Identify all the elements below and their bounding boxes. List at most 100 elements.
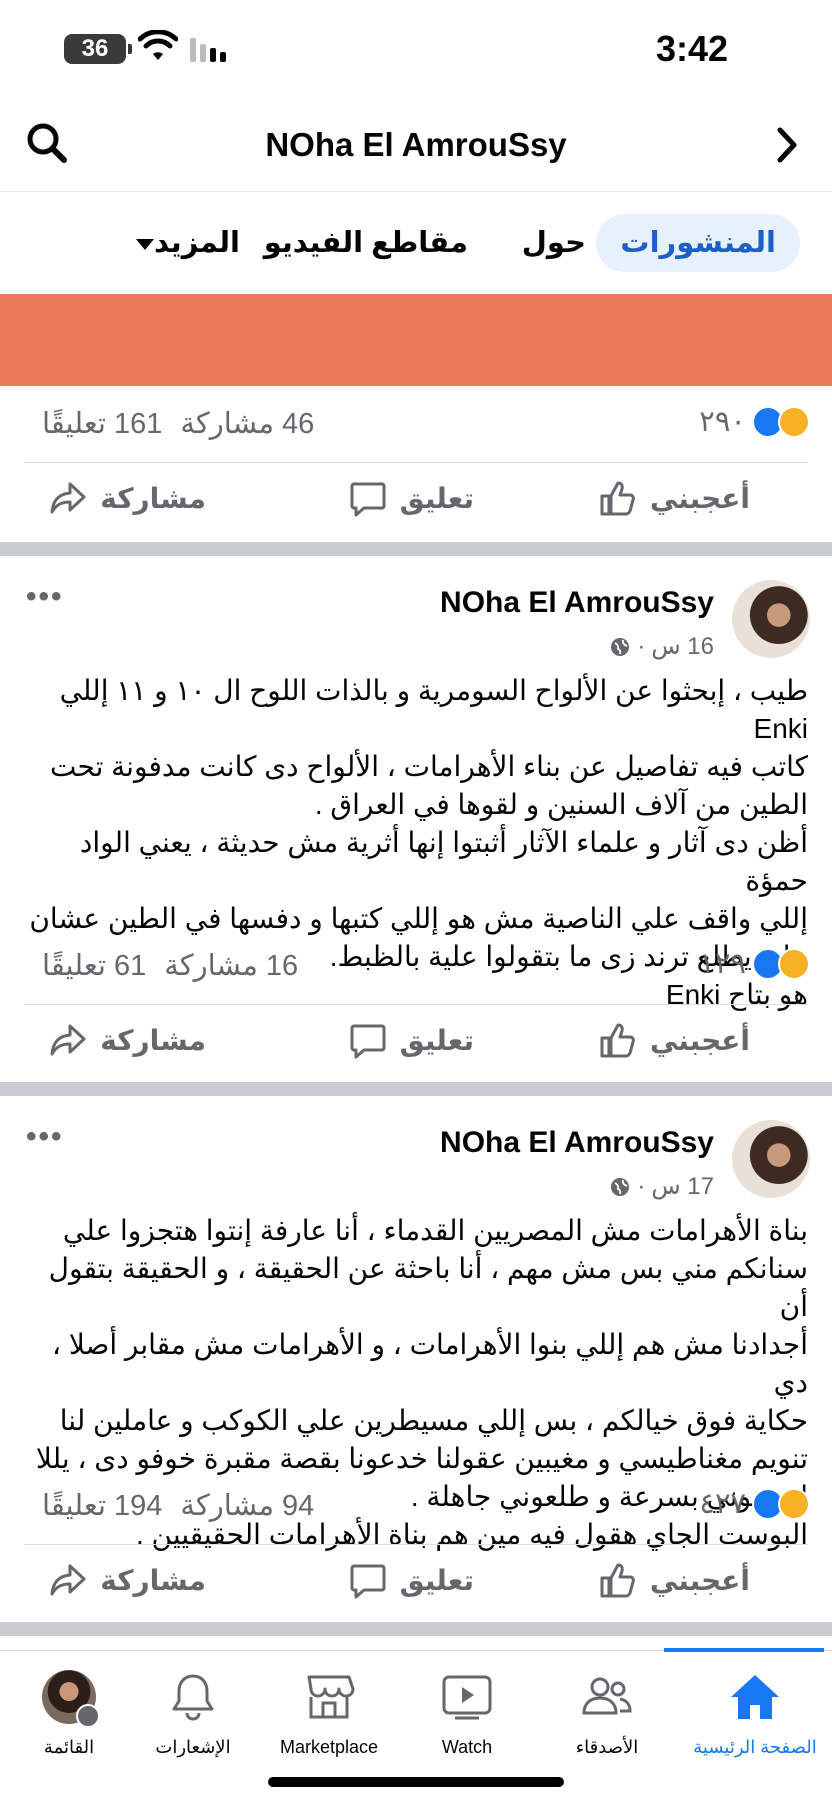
post-actions: أعجبني تعليق مشاركة (0, 1006, 832, 1082)
comment-icon (350, 482, 386, 517)
reactions-count: ٢٩٠ (699, 406, 746, 438)
post-actions: أعجبني تعليق مشاركة (0, 1546, 832, 1622)
like-icon (600, 481, 635, 516)
tab-posts[interactable]: المنشورات (596, 214, 800, 272)
post-separator (0, 1622, 832, 1636)
like-label: أعجبني (649, 482, 750, 514)
watch-icon (442, 1675, 492, 1720)
reactions-count: ٤٢٧ (699, 1488, 746, 1520)
comment-button[interactable]: تعليق (348, 1560, 474, 1600)
comment-label: تعليق (399, 482, 474, 514)
share-button[interactable]: مشاركة (48, 1560, 206, 1600)
share-label: مشاركة (100, 1564, 206, 1596)
engagement-counts[interactable]: 46 مشاركة 161 تعليقًا (24, 406, 314, 441)
comment-label: تعليق (399, 1564, 474, 1596)
nav-notifications-label: الإشعارات (155, 1737, 231, 1757)
share-icon (50, 482, 86, 514)
engagement-counts[interactable]: 16 مشاركة 61 تعليقًا (24, 948, 298, 983)
like-label: أعجبني (649, 1024, 750, 1056)
home-indicator (268, 1777, 564, 1787)
engagement-counts[interactable]: 94 مشاركة 194 تعليقًا (24, 1488, 314, 1523)
reactions-summary[interactable]: ٢٩٠ (699, 404, 810, 439)
chevron-right-icon[interactable] (776, 126, 798, 164)
tab-about[interactable]: حول (522, 214, 586, 272)
globe-icon (611, 637, 630, 656)
post-meta: 17 س · (609, 1172, 714, 1201)
more-options-button[interactable]: ••• (26, 580, 64, 614)
nav-friends[interactable]: الأصدقاء (538, 1665, 676, 1758)
more-options-button[interactable]: ••• (26, 1120, 64, 1154)
like-icon (600, 1023, 635, 1058)
author-avatar[interactable] (732, 580, 810, 658)
post-meta: 16 س · (609, 632, 714, 661)
like-icon (600, 1563, 635, 1598)
nav-notifications[interactable]: الإشعارات (124, 1665, 262, 1758)
like-button[interactable]: أعجبني (598, 1020, 750, 1060)
haha-reaction-icon (778, 1487, 810, 1520)
author-avatar[interactable] (732, 1120, 810, 1198)
like-button[interactable]: أعجبني (598, 478, 750, 518)
haha-reaction-icon (778, 405, 810, 438)
share-button[interactable]: مشاركة (48, 478, 206, 518)
post-stats: 16 مشاركة 61 تعليقًا ١٢٩ (0, 930, 832, 1006)
post-time[interactable]: 16 س (651, 632, 714, 661)
post-stats: 94 مشاركة 194 تعليقًا ٤٢٧ (0, 1470, 832, 1546)
profile-header: NOha El AmrouSsy (0, 100, 832, 192)
reactions-summary[interactable]: ١٢٩ (699, 946, 810, 981)
menu-icon (76, 1704, 100, 1728)
profile-avatar-small (42, 1670, 100, 1728)
meta-dot: · (637, 1172, 646, 1200)
signal-icon (190, 38, 226, 62)
share-button[interactable]: مشاركة (48, 1020, 206, 1060)
comments-count[interactable]: 161 تعليقًا (42, 408, 162, 440)
share-label: مشاركة (100, 1024, 206, 1056)
reactions-count: ١٢٩ (699, 948, 746, 980)
nav-watch-label: Watch (441, 1737, 493, 1757)
bell-icon (172, 1674, 214, 1721)
nav-marketplace[interactable]: Marketplace (254, 1665, 404, 1758)
comment-icon (350, 1024, 386, 1059)
caret-down-icon (136, 238, 155, 250)
shares-count[interactable]: 94 مشاركة (180, 1490, 314, 1522)
comments-count[interactable]: 194 تعليقًا (42, 1490, 162, 1522)
comment-button[interactable]: تعليق (348, 478, 474, 518)
post-header: NOha El AmrouSsy 16 س · ••• (0, 580, 832, 676)
post-separator (0, 542, 832, 556)
share-label: مشاركة (100, 482, 206, 514)
divider (24, 1544, 808, 1545)
reactions-summary[interactable]: ٤٢٧ (699, 1486, 810, 1521)
home-icon (731, 1675, 779, 1719)
tab-more-label: المزيد (154, 227, 240, 259)
like-button[interactable]: أعجبني (598, 1560, 750, 1600)
comments-count[interactable]: 61 تعليقًا (42, 950, 146, 982)
friends-icon (582, 1677, 632, 1715)
haha-reaction-icon (778, 947, 810, 980)
like-label: أعجبني (649, 1564, 750, 1596)
divider (24, 462, 808, 463)
nav-watch[interactable]: Watch (398, 1665, 536, 1758)
post-actions: أعجبني تعليق مشاركة (0, 464, 832, 540)
status-bar: 36 3:42 (0, 0, 832, 100)
post-header: NOha El AmrouSsy 17 س · ••• (0, 1120, 832, 1216)
author-name[interactable]: NOha El AmrouSsy (440, 1126, 714, 1160)
tab-videos[interactable]: مقاطع الفيديو (264, 214, 468, 272)
profile-tabs: المنشورات حول مقاطع الفيديو المزيد (0, 192, 832, 292)
clock: 3:42 (655, 28, 728, 69)
nav-home-label: الصفحة الرئيسية (693, 1737, 817, 1757)
shares-count[interactable]: 46 مشاركة (180, 408, 314, 440)
meta-dot: · (637, 632, 646, 660)
shared-media-preview[interactable] (0, 294, 832, 386)
share-icon (50, 1024, 86, 1056)
divider (24, 1004, 808, 1005)
tab-more[interactable]: المزيد (124, 214, 240, 272)
nav-menu[interactable]: القائمة (0, 1665, 138, 1758)
nav-home[interactable]: الصفحة الرئيسية (686, 1665, 824, 1758)
comment-icon (350, 1564, 386, 1599)
globe-icon (611, 1177, 630, 1196)
shares-count[interactable]: 16 مشاركة (164, 950, 298, 982)
comment-button[interactable]: تعليق (348, 1020, 474, 1060)
author-name[interactable]: NOha El AmrouSsy (440, 586, 714, 620)
post-time[interactable]: 17 س (651, 1172, 714, 1201)
battery-indicator: 36 (64, 34, 132, 64)
share-icon (50, 1564, 86, 1596)
